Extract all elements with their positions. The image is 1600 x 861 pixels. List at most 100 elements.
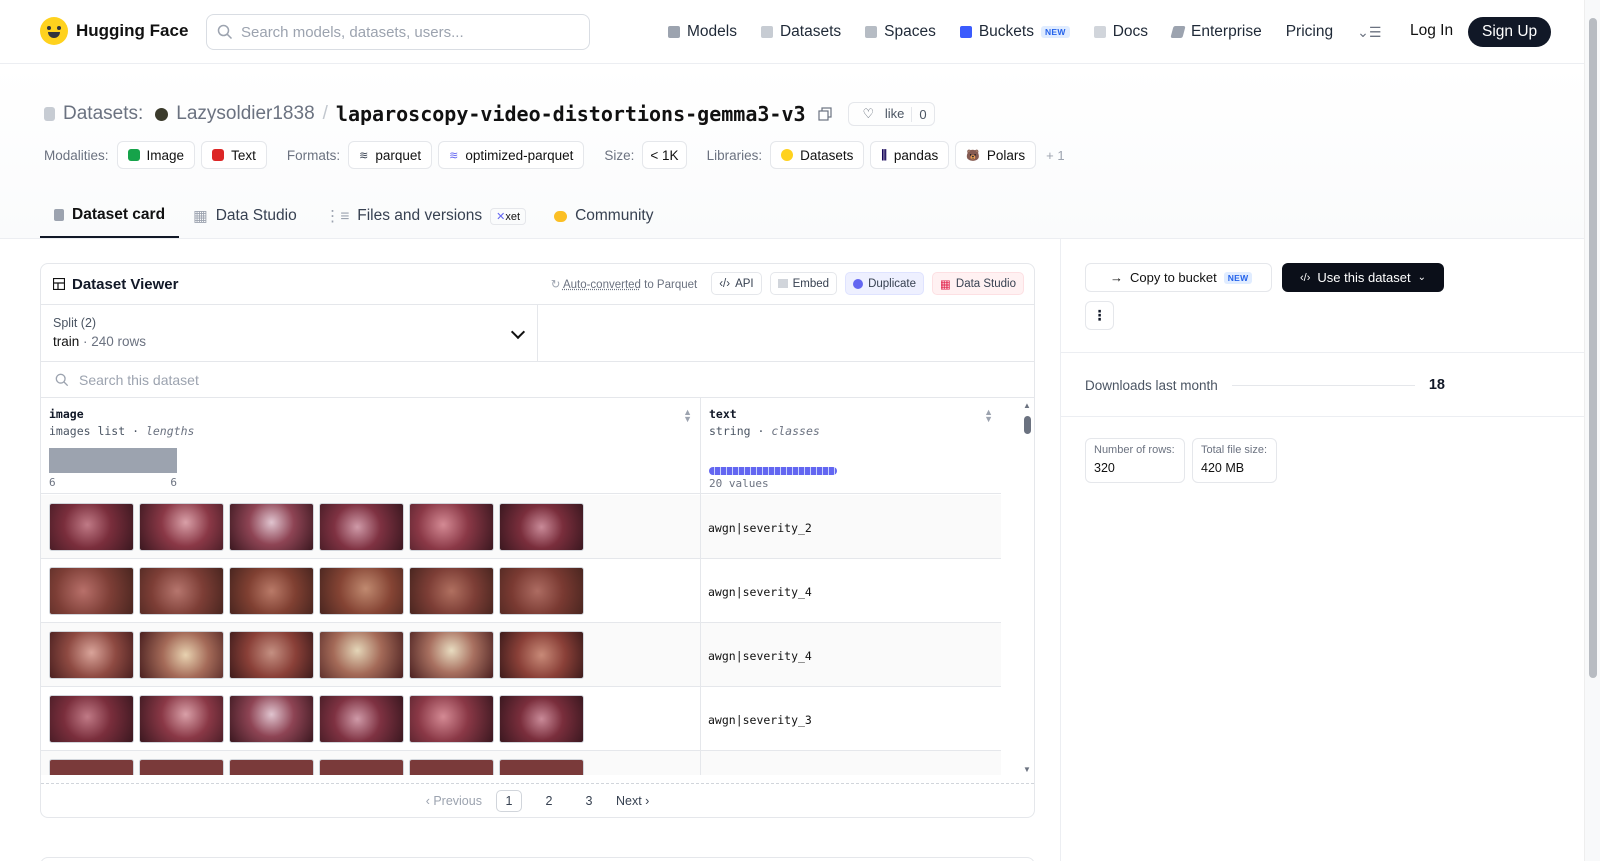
thumbnail-image[interactable] bbox=[49, 631, 134, 679]
thumbnail-image[interactable] bbox=[499, 631, 584, 679]
auto-converted-suffix: to Parquet bbox=[644, 279, 697, 291]
more-libraries[interactable]: + 1 bbox=[1046, 148, 1064, 163]
nav-docs[interactable]: Docs bbox=[1094, 23, 1148, 41]
thumbnail-image[interactable] bbox=[319, 695, 404, 743]
api-button[interactable]: ‹/› API bbox=[711, 272, 761, 295]
tab-files-and-versions[interactable]: ⋮≡ Files and versions ✕xet bbox=[311, 194, 540, 238]
owner-link[interactable]: Lazysoldier1838 bbox=[176, 103, 314, 125]
next-page-link[interactable]: Next › bbox=[616, 794, 649, 808]
text-cell[interactable]: awgn|severity_4 bbox=[708, 649, 812, 663]
format-optimized-parquet-chip[interactable]: ≋ optimized-parquet bbox=[438, 141, 584, 169]
thumbnail-image[interactable] bbox=[499, 695, 584, 743]
thumbnail-image[interactable] bbox=[49, 567, 134, 615]
nav-more-menu[interactable]: ⌄☰ bbox=[1357, 24, 1381, 41]
nav-pricing[interactable]: Pricing bbox=[1286, 23, 1333, 41]
thumbnail-image[interactable] bbox=[229, 567, 314, 615]
nav-spaces[interactable]: Spaces bbox=[865, 23, 936, 41]
thumbnail-image[interactable] bbox=[319, 759, 404, 775]
copy-icon[interactable] bbox=[818, 107, 832, 121]
previous-page-link[interactable]: ‹ Previous bbox=[426, 794, 482, 808]
section-link[interactable]: Datasets: bbox=[63, 103, 143, 125]
thumbnail-image[interactable] bbox=[409, 567, 494, 615]
table-row[interactable]: awgn|severity_3 bbox=[41, 687, 1001, 751]
thumbnail-image[interactable] bbox=[409, 695, 494, 743]
more-options-button[interactable]: ⋮ bbox=[1085, 301, 1114, 330]
table-scrollbar[interactable]: ▲ ▼ bbox=[1020, 398, 1034, 775]
tab-community[interactable]: Community bbox=[540, 194, 667, 238]
thumbnail-image[interactable] bbox=[319, 567, 404, 615]
thumbnail-image[interactable] bbox=[499, 567, 584, 615]
thumbnail-image[interactable] bbox=[229, 759, 314, 775]
thumbnail-image[interactable] bbox=[139, 759, 224, 775]
global-search[interactable] bbox=[206, 14, 590, 50]
library-polars-chip[interactable]: 🐻 Polars bbox=[955, 141, 1036, 169]
page-1-button[interactable]: 1 bbox=[496, 790, 522, 812]
modality-text-chip[interactable]: Text bbox=[201, 141, 267, 169]
auto-converted-note[interactable]: ↻ Auto-converted to Parquet bbox=[551, 277, 697, 291]
nav-buckets[interactable]: Buckets NEW bbox=[960, 23, 1070, 41]
thumbnail-image[interactable] bbox=[139, 695, 224, 743]
nav-enterprise[interactable]: Enterprise bbox=[1172, 23, 1262, 41]
text-cell[interactable]: awgn|severity_4 bbox=[708, 585, 812, 599]
auto-converted-link[interactable]: Auto-converted bbox=[563, 279, 641, 291]
repo-name[interactable]: laparoscopy-video-distortions-gemma3-v3 bbox=[336, 102, 806, 126]
column-header-image[interactable]: image images list · lengths ▲ ▼ 66 bbox=[41, 398, 700, 494]
table-row[interactable] bbox=[41, 751, 1001, 775]
tab-data-studio[interactable]: ▦ Data Studio bbox=[179, 194, 311, 238]
thumbnail-image[interactable] bbox=[139, 631, 224, 679]
thumbnail-image[interactable] bbox=[49, 759, 134, 775]
nav-models[interactable]: Models bbox=[668, 23, 737, 41]
lengths-histogram-bar[interactable] bbox=[49, 448, 177, 473]
embed-button[interactable]: Embed bbox=[770, 272, 837, 295]
thumbnail-image[interactable] bbox=[409, 759, 494, 775]
thumbnail-image[interactable] bbox=[49, 503, 134, 551]
table-row[interactable]: awgn|severity_4 bbox=[41, 559, 1001, 623]
thumbnail-image[interactable] bbox=[409, 631, 494, 679]
thumbnail-image[interactable] bbox=[229, 631, 314, 679]
viewer-search-input[interactable] bbox=[79, 372, 479, 388]
thumbnail-image[interactable] bbox=[229, 503, 314, 551]
modality-image-chip[interactable]: Image bbox=[117, 141, 196, 169]
scroll-down-icon[interactable]: ▼ bbox=[1023, 765, 1031, 774]
classes-distribution-bar[interactable] bbox=[709, 467, 837, 475]
scroll-up-icon[interactable]: ▲ bbox=[1023, 401, 1031, 410]
text-cell[interactable]: awgn|severity_2 bbox=[708, 521, 812, 535]
format-parquet-chip[interactable]: ≋ parquet bbox=[348, 141, 432, 169]
table-row[interactable]: awgn|severity_2 bbox=[41, 495, 1001, 559]
nav-datasets[interactable]: Datasets bbox=[761, 23, 841, 41]
page-scrollbar[interactable] bbox=[1584, 0, 1600, 861]
logo-link[interactable]: Hugging Face bbox=[40, 17, 188, 45]
table-scrollbar-thumb[interactable] bbox=[1024, 416, 1031, 434]
thumbnail-image[interactable] bbox=[409, 503, 494, 551]
thumbnail-image[interactable] bbox=[319, 631, 404, 679]
thumbnail-image[interactable] bbox=[319, 503, 404, 551]
use-this-dataset-button[interactable]: ‹/› Use this dataset ⌄ bbox=[1282, 263, 1444, 292]
page-3-button[interactable]: 3 bbox=[576, 790, 602, 812]
signup-button[interactable]: Sign Up bbox=[1468, 17, 1551, 47]
thumbnail-image[interactable] bbox=[49, 695, 134, 743]
sort-icon[interactable]: ▲ ▼ bbox=[683, 409, 692, 423]
page-2-button[interactable]: 2 bbox=[536, 790, 562, 812]
global-search-input[interactable] bbox=[241, 24, 561, 41]
like-button[interactable]: ♡ like 0 bbox=[848, 102, 935, 126]
copy-to-bucket-button[interactable]: → Copy to bucket NEW bbox=[1085, 263, 1272, 292]
size-chip[interactable]: < 1K bbox=[642, 141, 686, 169]
tab-dataset-card[interactable]: Dataset card bbox=[40, 194, 179, 238]
thumbnail-image[interactable] bbox=[499, 503, 584, 551]
duplicate-button[interactable]: Duplicate bbox=[845, 272, 924, 295]
column-header-text[interactable]: text string · classes ▲ ▼ 20 values bbox=[701, 398, 1001, 494]
thumbnail-image[interactable] bbox=[139, 503, 224, 551]
login-link[interactable]: Log In bbox=[1410, 22, 1453, 40]
viewer-search[interactable] bbox=[41, 362, 1034, 398]
table-row[interactable]: awgn|severity_4 bbox=[41, 623, 1001, 687]
thumbnail-image[interactable] bbox=[139, 567, 224, 615]
text-cell[interactable]: awgn|severity_3 bbox=[708, 713, 812, 727]
data-studio-button[interactable]: ▦ Data Studio bbox=[932, 272, 1024, 295]
page-scrollbar-thumb[interactable] bbox=[1589, 18, 1597, 678]
split-selector[interactable]: Split (2) train · 240 rows bbox=[41, 305, 538, 361]
thumbnail-image[interactable] bbox=[229, 695, 314, 743]
library-datasets-chip[interactable]: Datasets bbox=[770, 141, 864, 169]
thumbnail-image[interactable] bbox=[499, 759, 584, 775]
library-pandas-chip[interactable]: ⫼ pandas bbox=[870, 141, 949, 169]
sort-icon[interactable]: ▲ ▼ bbox=[984, 409, 993, 423]
